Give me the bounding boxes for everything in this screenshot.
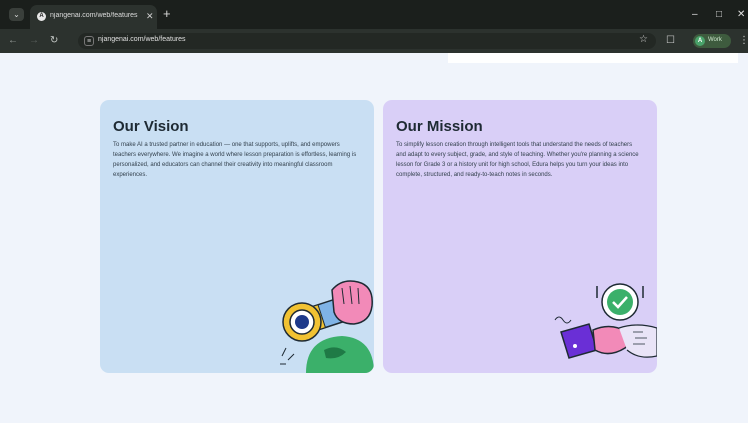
avatar: A bbox=[695, 36, 705, 46]
url-text: njangenai.com/web/features bbox=[98, 36, 186, 43]
page-header-strip bbox=[448, 53, 738, 63]
maximize-icon[interactable]: □ bbox=[716, 9, 722, 21]
close-icon[interactable]: ✕ bbox=[737, 9, 745, 21]
vision-title: Our Vision bbox=[113, 118, 189, 135]
close-icon[interactable]: ✕ bbox=[146, 10, 154, 22]
page-viewport: Our Vision To make AI a trusted partner … bbox=[0, 53, 748, 423]
plus-icon[interactable]: + bbox=[163, 7, 171, 21]
star-icon[interactable]: ☆ bbox=[639, 34, 648, 45]
reload-icon[interactable]: ↻ bbox=[50, 34, 58, 48]
profile-button[interactable]: A Work bbox=[693, 34, 731, 48]
tab-title: njangenai.com/web/features bbox=[50, 12, 138, 19]
mission-card: Our Mission To simplify lesson creation … bbox=[383, 100, 657, 373]
sparkle-icon bbox=[280, 347, 295, 365]
lens-pupil-shape bbox=[295, 315, 309, 329]
tune-icon[interactable]: ≡ bbox=[84, 36, 94, 46]
telescope-illustration bbox=[280, 280, 374, 373]
address-bar[interactable]: ≡ njangenai.com/web/features ☆ bbox=[78, 33, 656, 49]
browser-toolbar: ← → ↻ ≡ njangenai.com/web/features ☆ ☐ A… bbox=[0, 29, 748, 53]
vision-card: Our Vision To make AI a trusted partner … bbox=[100, 100, 374, 373]
puzzle-icon[interactable]: ☐ bbox=[666, 34, 675, 48]
chevron-down-icon: ⌄ bbox=[13, 10, 20, 19]
check-badge-icon bbox=[607, 289, 633, 315]
arrow-left-icon[interactable]: ← bbox=[8, 34, 18, 48]
handshake-illustration bbox=[554, 283, 657, 359]
minimize-icon[interactable]: – bbox=[692, 9, 698, 21]
mission-title: Our Mission bbox=[396, 118, 483, 135]
sleeve-shape bbox=[560, 323, 598, 359]
tab-search-button[interactable]: ⌄ bbox=[9, 8, 24, 21]
favicon-icon: A bbox=[37, 12, 46, 21]
kebab-icon[interactable]: ⋮ bbox=[739, 34, 748, 48]
squiggle-icon bbox=[554, 316, 572, 324]
profile-label: Work bbox=[708, 37, 722, 43]
browser-tab[interactable]: A njangenai.com/web/features ✕ bbox=[30, 5, 157, 29]
arrow-right-icon[interactable]: → bbox=[29, 34, 39, 48]
vision-body: To make AI a trusted partner in educatio… bbox=[113, 142, 357, 178]
outline-hand-shape bbox=[618, 324, 657, 358]
mission-body: To simplify lesson creation through inte… bbox=[396, 142, 639, 178]
browser-tabstrip: ⌄ A njangenai.com/web/features ✕ + – □ ✕ bbox=[0, 0, 748, 29]
